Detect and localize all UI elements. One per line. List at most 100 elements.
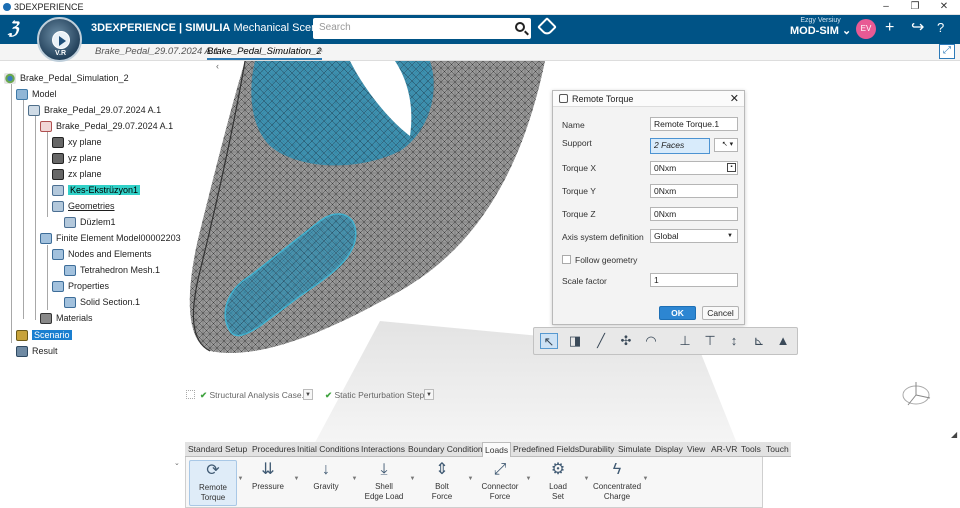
tree-item-yz-plane[interactable]: yz plane (52, 152, 102, 165)
tab-simulate[interactable]: Simulate (618, 444, 651, 454)
expand-arrow-icon[interactable]: ▼ (293, 459, 300, 499)
tab-procedures[interactable]: Procedures (252, 444, 295, 454)
close-window-icon[interactable]: ✕ (937, 1, 951, 12)
search-input[interactable]: Search (313, 18, 531, 39)
tree-item-feature[interactable]: Kes-Ekstrüzyon1 (52, 184, 141, 197)
formula-icon[interactable]: ▪ (727, 163, 736, 172)
user-context[interactable]: Ezgy Versiuy MOD-SIM ⌄ (790, 17, 851, 37)
expand-arrow-icon[interactable]: ▼ (525, 459, 532, 499)
tree-item-scenario[interactable]: Scenario (16, 329, 72, 342)
tree-item-section[interactable]: Solid Section.1 (64, 296, 140, 309)
tree-item-product[interactable]: Brake_Pedal_29.07.2024 A.1 (28, 104, 161, 117)
actionbar-collapse-icon[interactable]: ⌄ (174, 459, 184, 469)
axis-z-icon[interactable]: ⊤ (701, 333, 719, 349)
tab-tools[interactable]: Tools (741, 444, 761, 454)
geometry-select-icon[interactable]: ◠ (642, 333, 660, 349)
spec-tree[interactable]: ‹ Brake_Pedal_Simulation_2 Model Brake_P… (4, 61, 224, 370)
tree-item-model[interactable]: Model (16, 88, 57, 101)
load-set-icon: ⚙ (550, 461, 566, 478)
expand-arrow-icon[interactable]: ▼ (351, 459, 358, 499)
compass-button[interactable]: V.R (37, 17, 82, 62)
tree-item-materials[interactable]: Materials (40, 312, 93, 325)
analysis-step-dropdown[interactable]: ▼ (424, 389, 434, 400)
support-field[interactable]: 2 Faces (650, 138, 710, 154)
fullscreen-icon[interactable]: ⤢ (939, 44, 955, 59)
selection-mode-dropdown[interactable]: ↖ ▾ (714, 138, 738, 152)
help-icon[interactable]: ? (937, 19, 944, 37)
analysis-case-dropdown[interactable]: ▼ (303, 389, 313, 400)
axis-icon[interactable]: ⊥ (676, 333, 694, 349)
scroll-arrow-icon[interactable]: ◢ (951, 430, 957, 439)
torque-y-field[interactable]: 0Nxm (650, 184, 738, 198)
torque-z-field[interactable]: 0Nxm (650, 207, 738, 221)
edge-select-icon[interactable]: ╱ (592, 333, 610, 349)
share-icon[interactable]: ↪ (911, 19, 924, 37)
tree-item-result[interactable]: Result (16, 345, 58, 358)
add-icon[interactable]: + (885, 19, 894, 37)
select-pointer-icon[interactable]: ↖ (540, 333, 558, 349)
face-select-icon[interactable]: ◨ (566, 333, 584, 349)
shell-edge-load-button[interactable]: ⤓ Shell Edge Load (360, 460, 408, 502)
tree-item-mesh[interactable]: Tetrahedron Mesh.1 (64, 264, 160, 277)
tab-durability[interactable]: Durability (579, 444, 614, 454)
gravity-button[interactable]: ↓ Gravity (302, 460, 350, 492)
new-tab-icon[interactable]: + (316, 44, 323, 58)
expand-arrow-icon[interactable]: ▼ (409, 459, 416, 499)
remote-torque-button[interactable]: ⟳ Remote Torque (189, 460, 237, 506)
maximize-icon[interactable]: ❐ (908, 1, 922, 12)
tab-brake-pedal-simulation[interactable]: Brake_Pedal_Simulation_2 (207, 46, 322, 60)
tree-item-plane1[interactable]: Düzlem1 (64, 216, 116, 229)
ok-button[interactable]: OK (659, 306, 696, 320)
close-icon[interactable]: ✕ (730, 92, 739, 105)
tool-label: Shell (375, 482, 393, 491)
tree-item-root[interactable]: Brake_Pedal_Simulation_2 (4, 72, 129, 85)
analysis-step-item[interactable]: ✔ Static Perturbation Step.1 (325, 390, 431, 401)
search-icon[interactable] (515, 22, 525, 32)
tab-ar-vr[interactable]: AR-VR (711, 444, 737, 454)
name-field[interactable]: Remote Torque.1 (650, 117, 738, 131)
expand-arrow-icon[interactable]: ▼ (642, 459, 649, 499)
cancel-button[interactable]: Cancel (702, 306, 739, 320)
tab-standard[interactable]: Standard (188, 444, 223, 454)
tree-item-zx-plane[interactable]: zx plane (52, 168, 102, 181)
tab-setup[interactable]: Setup (225, 444, 247, 454)
tab-initial-conditions[interactable]: Initial Conditions (297, 444, 359, 454)
vertex-select-icon[interactable]: ✣ (617, 333, 635, 349)
concentrated-charge-button[interactable]: ϟ Concentrated Charge (592, 460, 642, 502)
tab-interactions[interactable]: Interactions (361, 444, 405, 454)
analysis-case-item[interactable]: ✔ Structural Analysis Case.1 (200, 390, 309, 401)
expand-arrow-icon[interactable]: ▼ (583, 459, 590, 499)
tree-item-nodes[interactable]: Nodes and Elements (52, 248, 152, 261)
axis-triad[interactable] (898, 378, 938, 408)
expand-arrow-icon[interactable]: ▼ (237, 459, 244, 499)
tab-predefined-fields[interactable]: Predefined Fields (513, 444, 579, 454)
bolt-force-button[interactable]: ⇕ Bolt Force (418, 460, 466, 502)
minimize-icon[interactable]: – (879, 1, 893, 12)
axis-system-icon[interactable]: ⊾ (750, 333, 768, 349)
robot-icon[interactable]: ▲ (774, 333, 792, 349)
scale-factor-field[interactable]: 1 (650, 273, 738, 287)
load-set-button[interactable]: ⚙ Load Set (534, 460, 582, 502)
expand-arrow-icon[interactable]: ▼ (467, 459, 474, 499)
connector-force-button[interactable]: ⤢ Connector Force (476, 460, 524, 502)
torque-x-field[interactable]: 0Nxm (650, 161, 738, 175)
avatar[interactable]: EV (856, 19, 876, 39)
tab-view[interactable]: View (687, 444, 705, 454)
tree-item-geometries[interactable]: Geometries (52, 200, 115, 213)
play-icon[interactable] (52, 31, 70, 49)
tab-loads[interactable]: Loads (482, 442, 512, 457)
follow-geometry-checkbox[interactable] (562, 255, 571, 264)
tree-item-part[interactable]: Brake_Pedal_29.07.2024 A.1 (40, 120, 173, 133)
tab-boundary-conditions[interactable]: Boundary Conditions (408, 444, 487, 454)
axis-rotate-icon[interactable]: ↕ (725, 333, 743, 349)
tree-item-xy-plane[interactable]: xy plane (52, 136, 102, 149)
tab-touch[interactable]: Touch (766, 444, 789, 454)
tree-collapse-icon[interactable]: ‹ (216, 61, 219, 71)
tree-item-properties[interactable]: Properties (52, 280, 109, 293)
collab-space[interactable]: MOD-SIM ⌄ (790, 24, 851, 37)
tab-brake-pedal[interactable]: Brake_Pedal_29.07.2024 A.1 (95, 46, 219, 57)
pressure-button[interactable]: ⇊ Pressure (244, 460, 292, 492)
axis-system-select[interactable]: Global ▼ (650, 229, 738, 243)
tree-item-fem[interactable]: Finite Element Model00002203 (40, 232, 181, 245)
tab-display[interactable]: Display (655, 444, 683, 454)
